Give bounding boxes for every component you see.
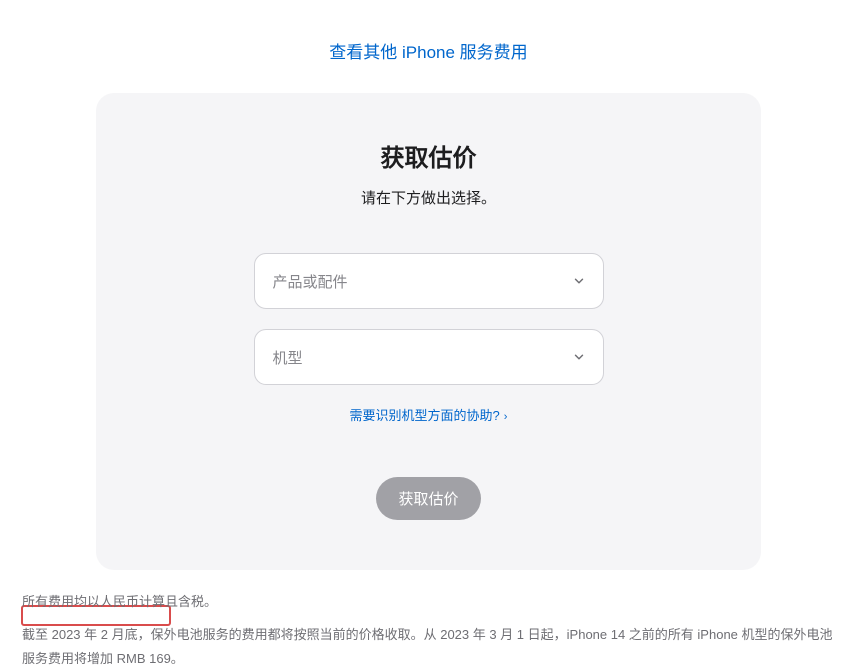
disclaimer-section: 所有费用均以人民币计算且含税。 截至 2023 年 2 月底，保外电池服务的费用… — [16, 590, 841, 670]
top-link-container: 查看其他 iPhone 服务费用 — [0, 0, 857, 93]
model-select-placeholder: 机型 — [273, 347, 303, 368]
card-subtitle: 请在下方做出选择。 — [146, 187, 711, 208]
model-select[interactable]: 机型 — [254, 329, 604, 385]
card-title: 获取估价 — [146, 138, 711, 173]
model-select-wrap: 机型 — [254, 329, 604, 385]
product-select-placeholder: 产品或配件 — [273, 271, 348, 292]
chevron-right-icon: › — [504, 411, 508, 423]
disclaimer-line-1: 所有费用均以人民币计算且含税。 — [22, 590, 835, 613]
button-row: 获取估价 — [146, 477, 711, 520]
identify-model-help-link[interactable]: 需要识别机型方面的协助? › — [350, 408, 508, 423]
help-link-container: 需要识别机型方面的协助? › — [146, 405, 711, 425]
help-link-text: 需要识别机型方面的协助? — [350, 408, 500, 423]
product-select[interactable]: 产品或配件 — [254, 253, 604, 309]
get-estimate-button[interactable]: 获取估价 — [376, 477, 480, 520]
disclaimer-line-2: 截至 2023 年 2 月底，保外电池服务的费用都将按照当前的价格收取。从 20… — [22, 623, 835, 670]
other-iphone-services-link[interactable]: 查看其他 iPhone 服务费用 — [329, 43, 527, 62]
product-select-wrap: 产品或配件 — [254, 253, 604, 309]
estimate-card: 获取估价 请在下方做出选择。 产品或配件 机型 需要识别机型方面的协助? › 获取… — [96, 93, 761, 570]
